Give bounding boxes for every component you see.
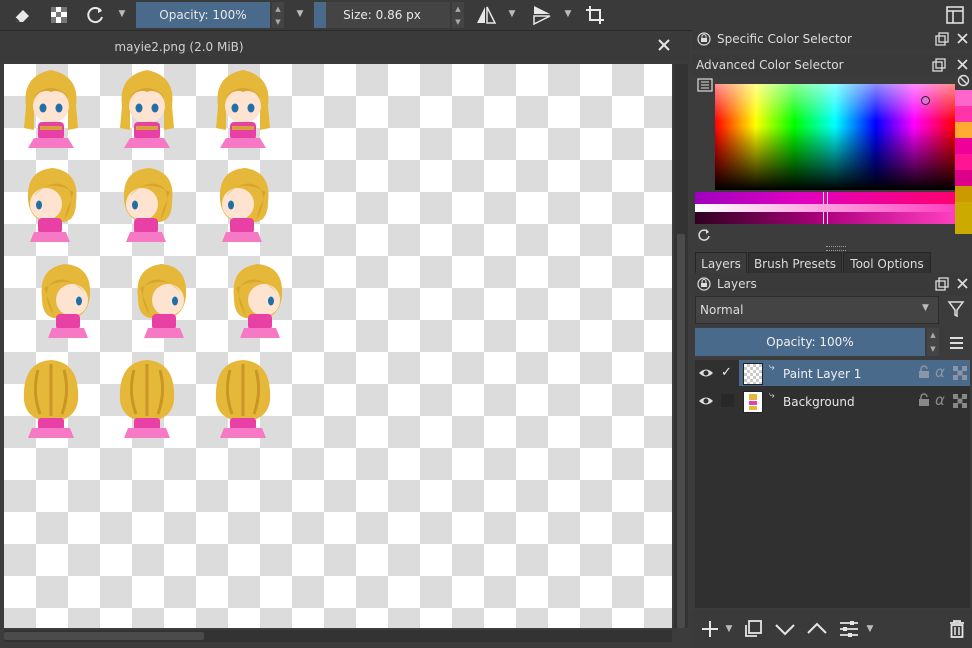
lock-icon[interactable]	[917, 393, 931, 410]
opacity-slider[interactable]: Opacity: 100%	[136, 2, 270, 28]
mirror-vertical-icon[interactable]	[530, 3, 554, 27]
layers-bottom-toolbar: ▼ ▼	[692, 610, 972, 648]
advanced-color-selector-header: Advanced Color Selector	[692, 54, 972, 76]
alpha-icon[interactable]: α	[935, 391, 945, 409]
layer-name: Paint Layer 1	[783, 367, 862, 381]
eraser-icon[interactable]	[10, 3, 34, 27]
color-picker-handle[interactable]	[921, 96, 930, 105]
refresh-icon[interactable]	[84, 3, 108, 27]
hue-saturation-field[interactable]	[715, 84, 955, 190]
tab-label: Tool Options	[850, 257, 924, 271]
opacity-spinner[interactable]: ▲ ▼	[272, 2, 284, 28]
refresh-icon[interactable]	[697, 228, 711, 242]
splitter-handle[interactable]	[826, 246, 846, 251]
chevron-down-icon[interactable]: ▼	[724, 624, 734, 634]
swatch[interactable]	[955, 202, 972, 234]
color-swatch-strip	[955, 72, 972, 234]
sprite-row-left	[27, 168, 269, 242]
layer-opacity-slider[interactable]: Opacity: 100%	[695, 328, 925, 356]
inherit-alpha-icon[interactable]	[953, 366, 967, 383]
swatch[interactable]	[955, 138, 972, 154]
sprite-sheet-image	[22, 70, 283, 440]
alpha-icon[interactable]: α	[935, 363, 945, 381]
layer-thumbnail	[743, 363, 763, 385]
duplicate-icon[interactable]	[740, 616, 766, 642]
layer-link-icon: ⤷	[769, 362, 775, 373]
float-icon[interactable]	[935, 32, 949, 49]
chevron-down-icon[interactable]: ▼	[507, 9, 517, 19]
no-color-icon[interactable]	[957, 74, 970, 90]
alpha-lock-icon[interactable]	[47, 3, 71, 27]
move-down-icon[interactable]	[772, 616, 798, 642]
top-toolbar: ▼ Opacity: 100% ▲ ▼ ▼ Size: 0.86 px ▲ ▼ ▼ …	[0, 0, 972, 31]
swatch[interactable]	[955, 90, 972, 106]
inherit-alpha-icon[interactable]	[953, 394, 967, 411]
document-titlebar: mayie2.png (2.0 MiB)	[0, 31, 690, 63]
swatch[interactable]	[955, 154, 972, 170]
size-label: Size: 0.86 px	[343, 8, 421, 22]
chevron-down-icon[interactable]: ▼	[117, 9, 127, 19]
swatch[interactable]	[955, 106, 972, 122]
layer-thumbnail	[743, 391, 763, 413]
specific-color-selector-title: Specific Color Selector	[717, 32, 852, 46]
swatch[interactable]	[955, 186, 972, 202]
document-title: mayie2.png (2.0 MiB)	[114, 40, 244, 54]
lock-icon[interactable]	[697, 277, 711, 291]
lock-icon[interactable]	[697, 32, 711, 46]
checkbox[interactable]	[721, 394, 734, 407]
workspace-icon[interactable]	[943, 3, 967, 27]
layer-list: ✓ ⤷ Paint Layer 1 α ⤷ Background α	[695, 360, 970, 608]
value-slider[interactable]	[695, 212, 955, 224]
close-icon[interactable]	[956, 277, 969, 293]
layer-name: Background	[783, 395, 855, 409]
layer-opacity-spinner[interactable]: ▲ ▼	[927, 328, 939, 356]
swatch[interactable]	[955, 122, 972, 138]
float-icon[interactable]	[932, 58, 946, 75]
crop-icon[interactable]	[583, 3, 607, 27]
layers-header: Layers	[692, 273, 972, 295]
float-icon[interactable]	[935, 277, 949, 294]
tab-label: Layers	[701, 257, 741, 271]
vertical-scrollbar[interactable]	[674, 64, 688, 628]
layer-row-paint-layer-1[interactable]: ✓ ⤷ Paint Layer 1 α	[695, 360, 970, 386]
sprite-row-back	[22, 358, 272, 440]
advanced-color-selector-title: Advanced Color Selector	[696, 58, 844, 72]
move-up-icon[interactable]	[804, 616, 830, 642]
hue-slider[interactable]	[695, 192, 955, 204]
chevron-down-icon: ▼	[922, 303, 929, 313]
blend-mode-value: Normal	[700, 303, 744, 317]
chevron-down-icon[interactable]: ▼	[865, 624, 875, 634]
chevron-down-icon[interactable]: ▼	[295, 9, 305, 19]
trash-icon[interactable]	[944, 616, 970, 642]
eye-icon[interactable]	[698, 366, 714, 383]
swatch[interactable]	[955, 170, 972, 186]
layer-link-icon: ⤷	[769, 390, 775, 401]
horizontal-scrollbar[interactable]	[4, 630, 672, 642]
sprite-row-right	[41, 264, 283, 338]
saturation-slider[interactable]	[695, 204, 955, 212]
sprite-row-front	[24, 70, 270, 148]
eye-icon[interactable]	[698, 394, 714, 411]
close-icon[interactable]	[656, 37, 674, 55]
layers-title: Layers	[717, 277, 757, 291]
canvas[interactable]	[4, 64, 672, 628]
menu-icon[interactable]	[948, 334, 966, 352]
color-selector-settings-icon[interactable]	[697, 78, 713, 92]
opacity-label: Opacity: 100%	[159, 8, 247, 22]
size-spinner[interactable]: ▲ ▼	[452, 2, 464, 28]
blend-mode-select[interactable]: Normal ▼	[695, 296, 939, 324]
close-icon[interactable]	[956, 32, 969, 48]
properties-icon[interactable]	[836, 616, 862, 642]
filter-icon[interactable]	[946, 298, 968, 322]
tab-label: Brush Presets	[753, 257, 837, 271]
layer-row-background[interactable]: ⤷ Background α	[695, 388, 970, 414]
mirror-horizontal-icon[interactable]	[474, 3, 498, 27]
chevron-down-icon[interactable]: ▼	[563, 9, 573, 19]
size-slider[interactable]: Size: 0.86 px	[314, 2, 450, 28]
lock-icon[interactable]	[917, 365, 931, 382]
specific-color-selector-header: Specific Color Selector	[692, 28, 972, 50]
checkmark-icon[interactable]: ✓	[721, 365, 732, 380]
add-icon[interactable]	[697, 616, 723, 642]
layer-opacity-label: Opacity: 100%	[766, 335, 854, 349]
